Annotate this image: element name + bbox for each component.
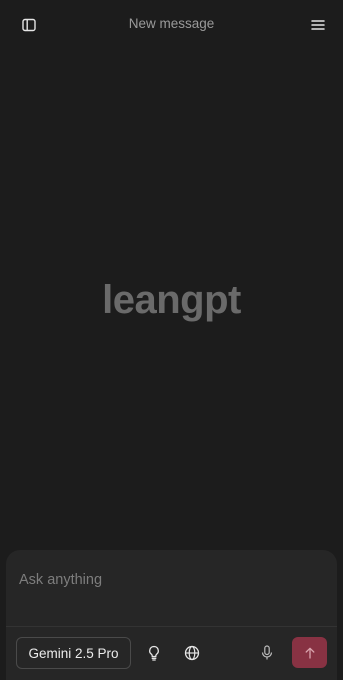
arrow-up-icon: [305, 647, 314, 659]
lightbulb-icon: [149, 645, 159, 661]
microphone-icon: [261, 645, 273, 660]
menu-button[interactable]: [307, 14, 329, 36]
sidebar-toggle-button[interactable]: [18, 14, 40, 36]
menu-icon: [311, 20, 325, 30]
composer-divider: [6, 626, 337, 627]
app-root: New message leangpt Ask anything Gemini …: [0, 0, 343, 680]
sidebar-toggle-icon: [22, 18, 36, 32]
send-button[interactable]: [292, 637, 327, 668]
model-selector-label: Gemini 2.5 Pro: [28, 645, 119, 661]
globe-icon: [184, 645, 200, 661]
ideas-button[interactable]: [144, 643, 164, 663]
brand-logo-text: leangpt: [102, 278, 241, 322]
top-bar: [0, 0, 343, 50]
web-search-button[interactable]: [182, 643, 202, 663]
message-input[interactable]: Ask anything: [19, 572, 319, 588]
model-selector-button[interactable]: Gemini 2.5 Pro: [16, 637, 131, 669]
voice-input-button[interactable]: [257, 643, 277, 663]
